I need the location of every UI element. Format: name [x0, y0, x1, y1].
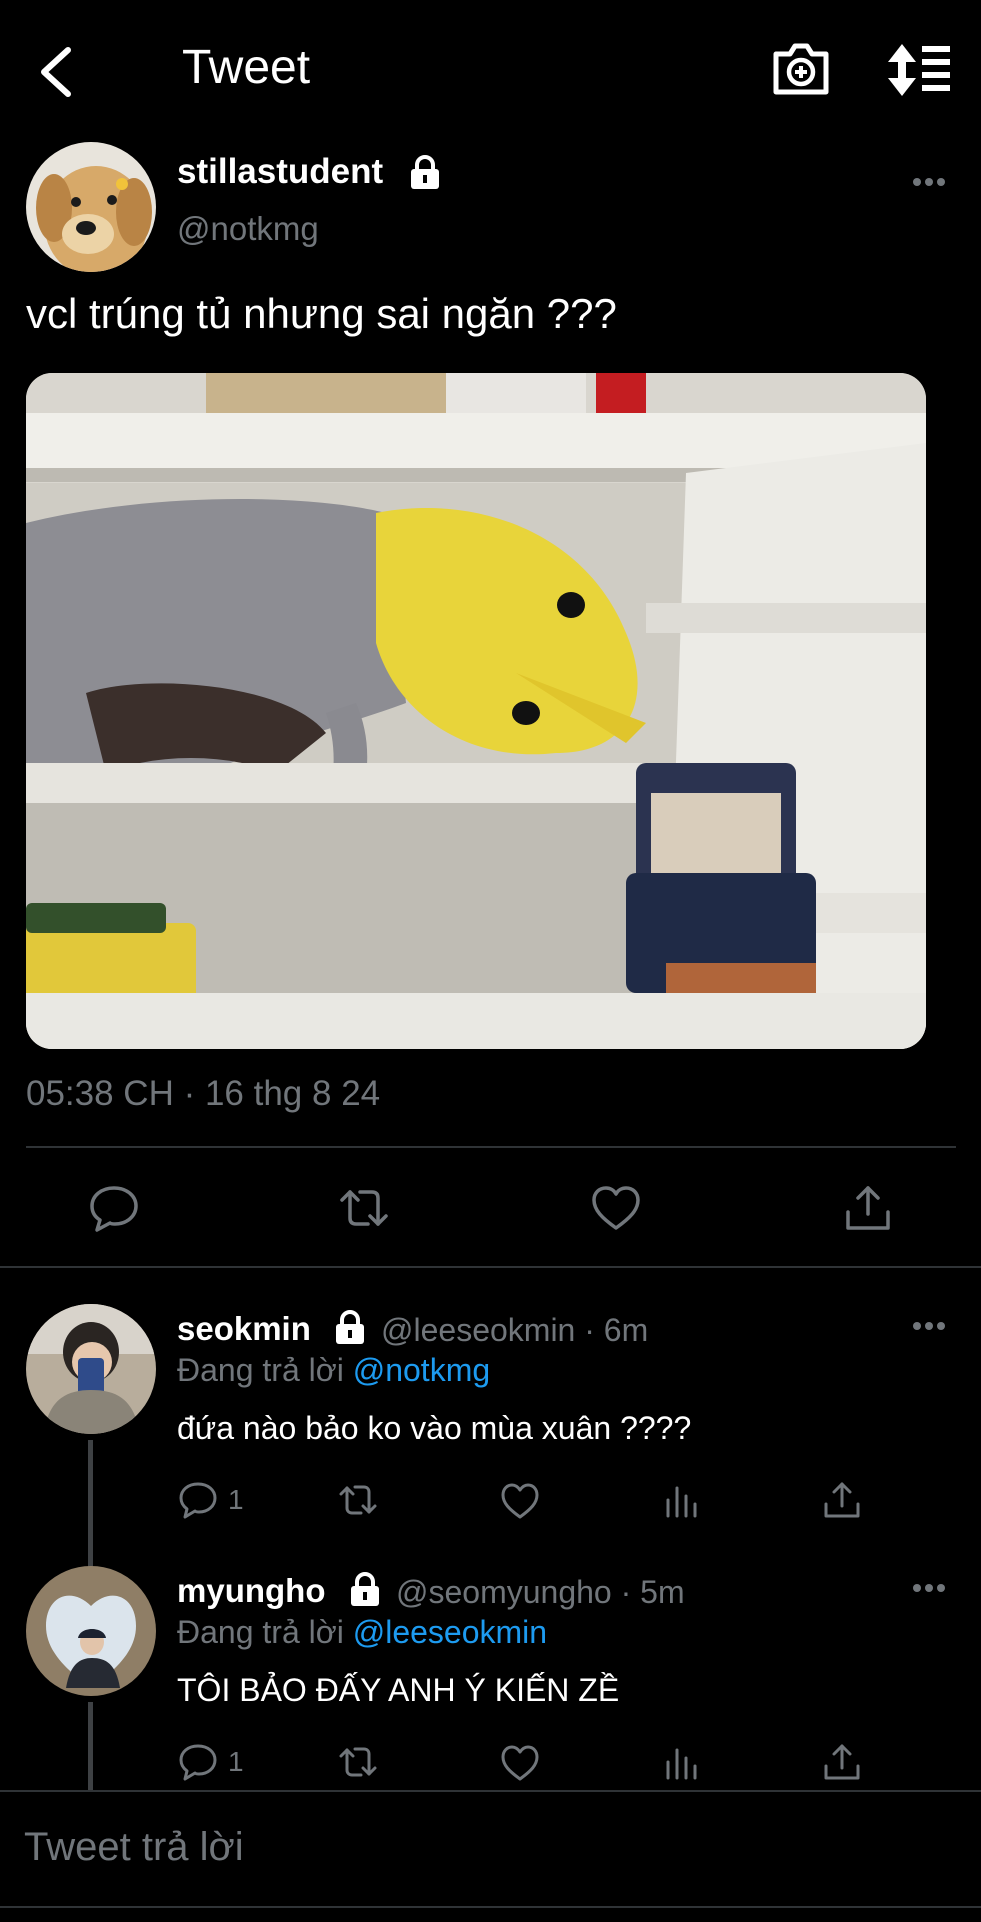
- reply-time: · 5m: [620, 1574, 685, 1610]
- bar-chart-icon: [666, 1748, 697, 1780]
- like-button[interactable]: [500, 1743, 540, 1783]
- reply-count: 1: [228, 1746, 244, 1777]
- thread-line: [88, 1440, 93, 1570]
- reply-text: đứa nào bảo ko vào mùa xuân ????: [177, 1410, 692, 1446]
- user-avatar-image: [26, 1304, 156, 1434]
- handle[interactable]: @seomyungho: [396, 1574, 612, 1610]
- divider: [0, 1266, 981, 1268]
- camera-button[interactable]: [770, 40, 832, 98]
- reply-input[interactable]: [22, 1824, 926, 1871]
- heart-icon: [501, 1483, 539, 1519]
- sort-icon: [888, 44, 950, 96]
- mention-link[interactable]: @leeseokmin: [353, 1614, 547, 1650]
- reply-icon: [179, 1482, 217, 1519]
- share-button[interactable]: [842, 1182, 894, 1234]
- handle[interactable]: @leeseokmin: [381, 1312, 575, 1348]
- display-name[interactable]: myungho: [177, 1572, 325, 1609]
- share-button[interactable]: [822, 1480, 862, 1520]
- fridge-photo: [26, 373, 926, 1049]
- replying-to: Đang trả lời @notkmg: [177, 1352, 491, 1388]
- lock-icon: [408, 154, 442, 190]
- avatar[interactable]: [26, 142, 156, 272]
- bar-chart-icon: [666, 1486, 697, 1518]
- reply-handle-time: @seomyungho · 5m: [396, 1574, 685, 1611]
- mention-link[interactable]: @notkmg: [353, 1352, 490, 1388]
- reply-composer: [0, 1790, 981, 1922]
- tweet-text: vcl trúng tủ nhưng sai ngăn ???: [26, 290, 617, 337]
- retweet-icon: [339, 1485, 377, 1515]
- divider: [26, 1146, 956, 1148]
- replying-to: Đang trả lời @leeseokmin: [177, 1614, 548, 1650]
- reply-header: myungho: [177, 1572, 325, 1610]
- thread-line: [88, 1702, 93, 1790]
- more-button[interactable]: [912, 1320, 946, 1332]
- heart-icon: [592, 1186, 640, 1230]
- retweet-button[interactable]: [338, 1480, 378, 1520]
- reply-count: 1: [228, 1484, 244, 1515]
- more-button[interactable]: [912, 176, 946, 188]
- reply-icon: [90, 1186, 138, 1232]
- share-icon: [824, 1482, 860, 1518]
- heart-icon: [501, 1745, 539, 1781]
- display-name[interactable]: seokmin: [177, 1310, 311, 1347]
- divider: [0, 1906, 981, 1908]
- reply-button[interactable]: [88, 1182, 140, 1234]
- share-icon: [824, 1744, 860, 1780]
- share-icon: [846, 1186, 890, 1230]
- retweet-icon: [340, 1190, 388, 1226]
- reply-handle-time: @leeseokmin · 6m: [381, 1312, 648, 1349]
- user-avatar-image: [26, 1566, 156, 1696]
- retweet-button[interactable]: [338, 1182, 390, 1234]
- lock-icon: [333, 1309, 367, 1345]
- tweet-media[interactable]: [26, 373, 926, 1049]
- camera-plus-icon: [773, 43, 829, 95]
- more-horizontal-icon: [913, 178, 945, 186]
- lock-icon: [348, 1571, 382, 1607]
- reply-text: TÔI BẢO ĐẤY ANH Ý KIẾN ZỀ: [177, 1672, 620, 1708]
- handle[interactable]: @notkmg: [177, 210, 319, 248]
- more-horizontal-icon: [913, 1584, 945, 1592]
- more-button[interactable]: [912, 1582, 946, 1594]
- back-button[interactable]: [36, 44, 76, 100]
- analytics-button[interactable]: [662, 1742, 702, 1782]
- dog-avatar-image: [26, 142, 156, 272]
- share-button[interactable]: [822, 1742, 862, 1782]
- chevron-left-icon: [41, 47, 71, 97]
- page-title: Tweet: [182, 41, 311, 94]
- like-button[interactable]: [500, 1481, 540, 1521]
- reply-button[interactable]: [178, 1742, 218, 1782]
- reply-time: · 6m: [584, 1312, 649, 1348]
- reply-header: seokmin: [177, 1310, 311, 1348]
- reply-button[interactable]: [178, 1480, 218, 1520]
- avatar[interactable]: [26, 1304, 156, 1434]
- sort-replies-button[interactable]: [886, 42, 952, 98]
- more-horizontal-icon: [913, 1322, 945, 1330]
- retweet-button[interactable]: [338, 1742, 378, 1782]
- analytics-button[interactable]: [662, 1480, 702, 1520]
- avatar[interactable]: [26, 1566, 156, 1696]
- retweet-icon: [339, 1747, 377, 1777]
- tweet-timestamp[interactable]: 05:38 CH · 16 thg 8 24: [26, 1074, 380, 1114]
- reply-icon: [179, 1744, 217, 1781]
- display-name[interactable]: stillastudent: [177, 152, 383, 192]
- like-button[interactable]: [590, 1182, 642, 1234]
